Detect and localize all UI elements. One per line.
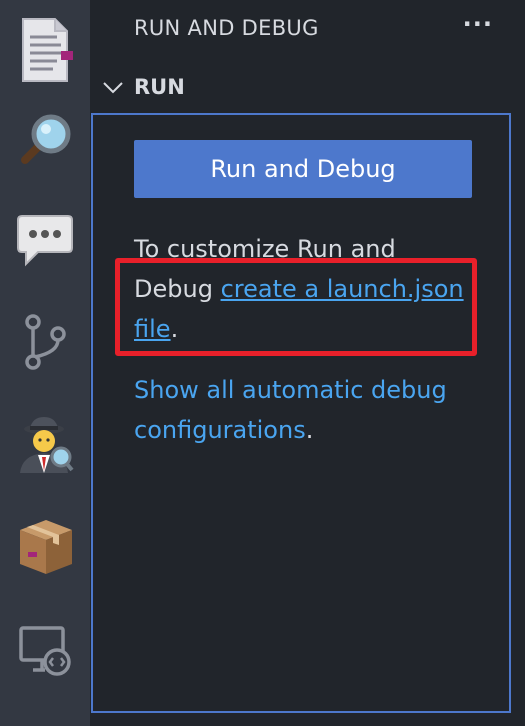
chat-tab[interactable] <box>0 190 90 290</box>
run-view-body: Run and Debug To customize Run and Debug… <box>91 113 511 713</box>
customize-description: To customize Run and Debug create a laun… <box>134 229 479 349</box>
chevron-down-icon <box>102 78 124 102</box>
customize-period: . <box>170 315 179 343</box>
run-section-header[interactable]: RUN <box>90 66 525 110</box>
remote-explorer-icon <box>17 622 73 678</box>
run-and-debug-tab[interactable] <box>0 395 90 495</box>
detective-icon <box>16 415 74 475</box>
magnifier-icon <box>15 110 75 170</box>
explorer-tab[interactable] <box>0 0 90 100</box>
activity-bar <box>0 0 90 726</box>
source-control-tab[interactable] <box>0 292 90 392</box>
package-icon <box>16 516 74 576</box>
show-configurations-period: . <box>305 416 314 444</box>
more-actions-icon[interactable]: ··· <box>463 10 493 38</box>
search-tab[interactable] <box>0 90 90 190</box>
sidebar-title: RUN AND DEBUG <box>134 16 319 40</box>
show-automatic-debug-configurations-link[interactable]: Show all automatic debug configurations <box>134 376 447 444</box>
packages-tab[interactable] <box>0 496 90 596</box>
source-control-icon <box>20 312 70 372</box>
sidebar-header: RUN AND DEBUG ··· <box>90 0 525 64</box>
show-configurations-description: Show all automatic debug configurations. <box>134 370 479 450</box>
speech-balloon-icon <box>16 212 74 268</box>
remote-explorer-tab[interactable] <box>0 600 90 700</box>
document-icon <box>17 15 73 85</box>
run-section-title: RUN <box>134 75 185 99</box>
sidebar: RUN AND DEBUG ··· RUN Run and Debug To c… <box>90 0 525 726</box>
run-and-debug-button[interactable]: Run and Debug <box>134 140 472 198</box>
